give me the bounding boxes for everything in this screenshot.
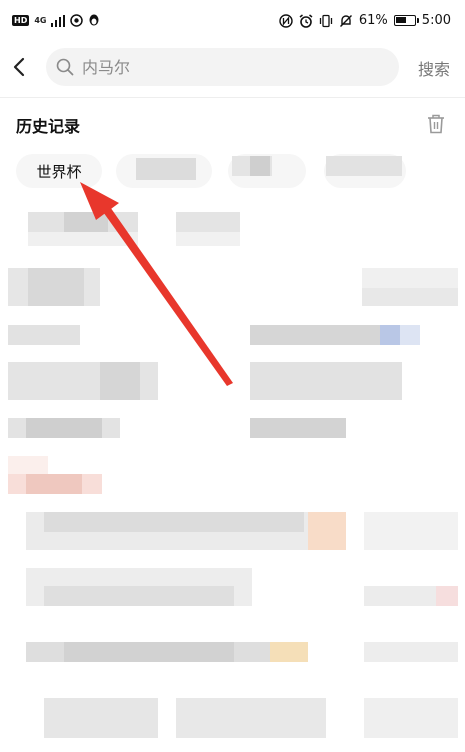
blurred-text — [176, 212, 240, 232]
blurred-text — [176, 698, 326, 738]
trash-icon — [428, 114, 444, 134]
nfc-icon — [279, 13, 293, 28]
alarm-icon — [299, 13, 313, 28]
vibrate-icon — [319, 14, 333, 27]
blurred-text — [308, 512, 346, 550]
blurred-text — [136, 158, 196, 180]
battery-percent: 61% — [358, 13, 388, 28]
blurred-text — [362, 288, 458, 306]
clock: 5:00 — [421, 13, 451, 28]
blurred-text — [364, 698, 458, 738]
blurred-text — [380, 325, 400, 345]
blurred-text — [44, 586, 234, 606]
blurred-text — [26, 474, 82, 494]
blurred-text — [364, 512, 458, 550]
blurred-text — [8, 325, 80, 345]
blurred-text — [176, 232, 240, 246]
blurred-text — [28, 232, 138, 246]
history-chip-label: 世界杯 — [36, 162, 82, 181]
search-box[interactable] — [46, 48, 399, 86]
blurred-text — [250, 362, 402, 400]
blurred-text — [100, 362, 140, 400]
header-divider — [0, 97, 465, 98]
chevron-left-icon — [13, 57, 25, 77]
blurred-text — [8, 456, 48, 474]
blurred-text — [44, 512, 304, 532]
signal-icon — [51, 14, 66, 27]
blurred-text — [250, 325, 380, 345]
clear-history-button[interactable] — [427, 114, 445, 138]
blurred-text — [436, 586, 458, 606]
search-input[interactable] — [80, 56, 364, 78]
search-icon — [56, 58, 74, 76]
blurred-text — [250, 418, 346, 438]
history-chip-0[interactable]: 世界杯 — [16, 154, 102, 188]
blurred-text — [364, 642, 458, 662]
blurred-text — [362, 268, 458, 288]
blurred-text — [64, 212, 108, 232]
blurred-text — [44, 698, 158, 738]
blurred-text — [28, 268, 84, 306]
blurred-text — [250, 156, 270, 176]
history-title: 历史记录 — [16, 117, 81, 136]
blurred-text — [326, 156, 402, 176]
search-button[interactable]: 搜索 — [418, 56, 450, 80]
blurred-text — [64, 642, 234, 662]
battery-icon — [393, 15, 419, 26]
search-header: 搜索 — [0, 44, 465, 90]
mute-icon — [339, 14, 352, 27]
app-notification-icon — [70, 14, 84, 27]
network-type-icon: 4G — [34, 16, 47, 25]
blurred-text — [270, 642, 308, 662]
hd-icon: HD — [12, 15, 30, 26]
qq-penguin-icon — [89, 14, 99, 26]
status-bar: HD 4G 61% 5:00 — [0, 0, 465, 44]
blurred-text — [400, 325, 420, 345]
back-button[interactable] — [8, 52, 30, 82]
blurred-text — [26, 418, 102, 438]
